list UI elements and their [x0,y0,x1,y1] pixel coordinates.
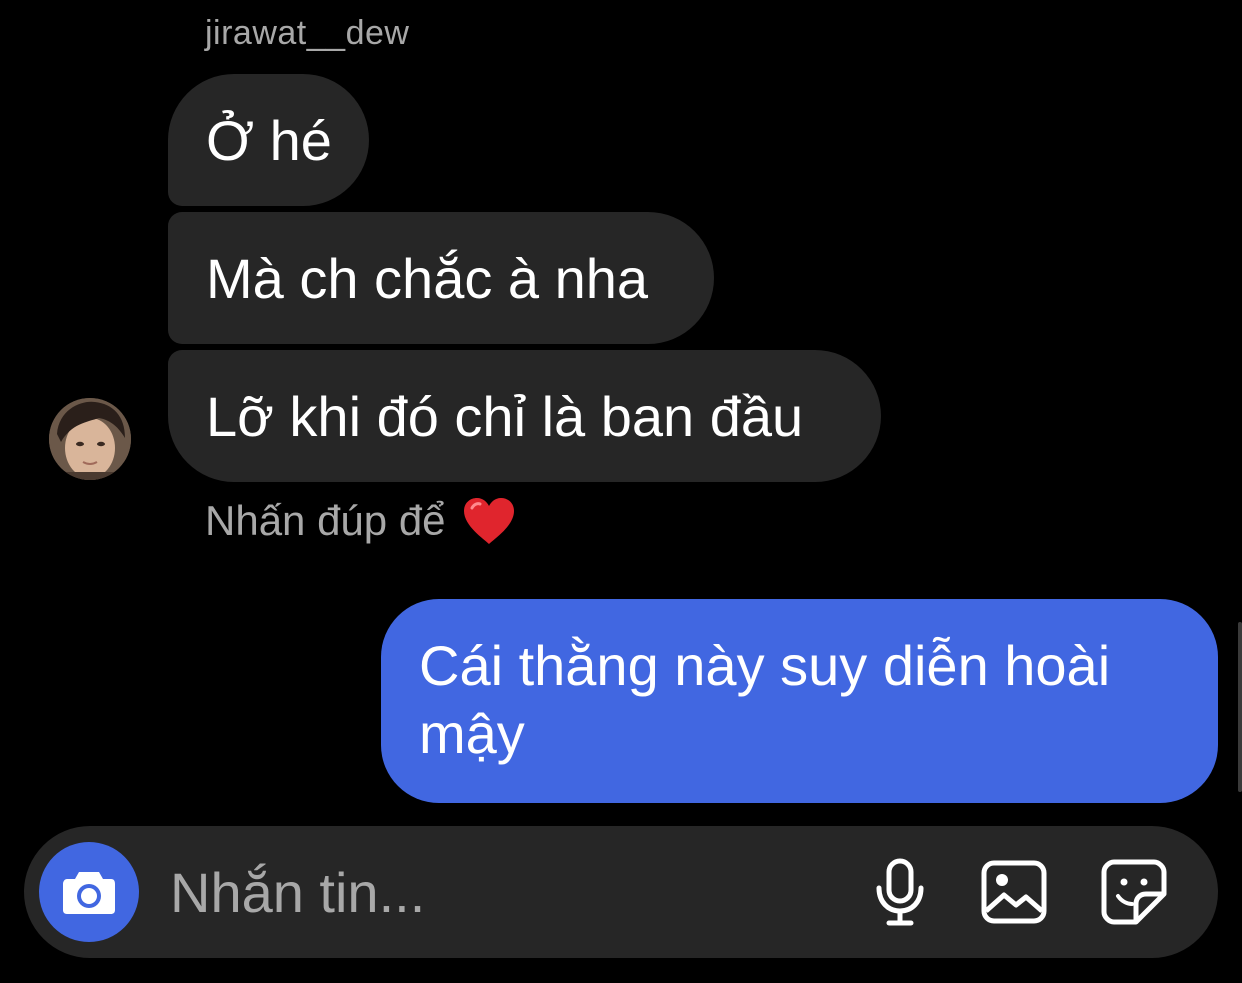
sticker-button[interactable] [1098,856,1170,928]
sender-avatar[interactable] [49,398,131,480]
incoming-message[interactable]: Ở hé [168,74,369,206]
gallery-icon [981,860,1047,924]
incoming-message[interactable]: Lỡ khi đó chỉ là ban đầu [168,350,881,482]
double-tap-hint: Nhấn đúp để [205,496,516,546]
heart-icon [462,496,516,546]
message-input[interactable] [170,854,820,930]
message-text: Lỡ khi đó chỉ là ban đầu [206,385,804,448]
voice-message-button[interactable] [864,856,936,928]
message-text: Mà ch chắc à nha [206,247,649,310]
outgoing-message[interactable]: Cái thằng này suy diễn hoài mậy [381,599,1218,803]
message-text: Cái thằng này suy diễn hoài mậy [419,634,1111,765]
sender-username: jirawat__dew [205,14,410,52]
microphone-icon [876,858,924,926]
camera-button[interactable] [39,842,139,942]
message-composer [24,826,1218,958]
gallery-button[interactable] [978,856,1050,928]
scrollbar[interactable] [1238,622,1242,792]
message-text: Ở hé [206,109,332,172]
incoming-message[interactable]: Mà ch chắc à nha [168,212,714,344]
camera-icon [63,872,115,914]
hint-text: Nhấn đúp để [205,497,446,544]
avatar-photo [49,398,131,480]
sticker-icon [1101,859,1167,925]
